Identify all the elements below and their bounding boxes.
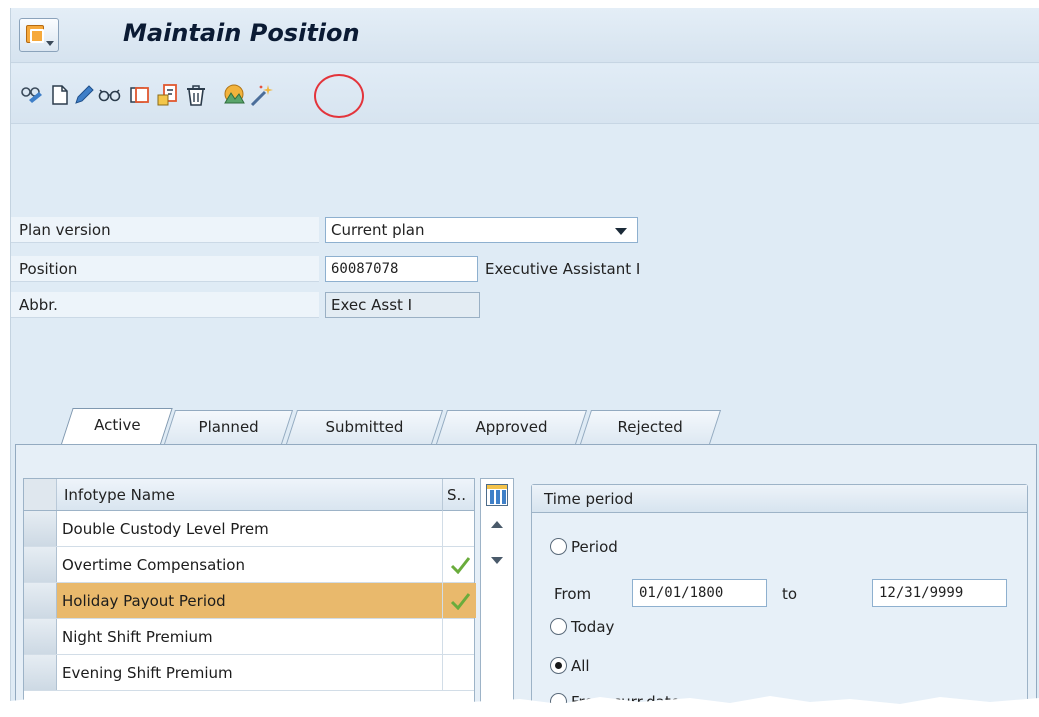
time-period-group: Time period Period From 01/01/1800 to 12… [531,484,1028,717]
tab-rejected[interactable]: Rejected [580,410,722,444]
plan-version-dropdown[interactable]: Current plan [325,217,638,243]
from-date-input[interactable]: 01/01/1800 [632,579,767,607]
table-row[interactable]: Overtime Compensation [24,547,474,583]
plan-version-label: Plan version [11,217,319,243]
radio-today-label: Today [571,618,615,636]
checkmark-icon [450,557,470,574]
abbr-label: Abbr. [11,292,319,318]
page-title: Maintain Position [123,19,360,47]
position-row: Position 60087078 Executive Assistant I [11,256,771,284]
row-selector[interactable] [24,619,57,654]
tabstrip: Active Planned Submitted Approved Reject… [11,406,1039,446]
status-cell [442,511,476,546]
create-icon[interactable] [47,82,73,108]
radio-period-label: Period [571,538,618,556]
tab-approved[interactable]: Approved [436,410,588,444]
radio-today[interactable]: Today [550,615,614,639]
delimit-icon[interactable] [155,82,181,108]
infotype-name: Holiday Payout Period [62,592,226,610]
column-header-infotype-name[interactable]: Infotype Name [64,479,175,511]
abbr-row: Abbr. Exec Asst I [11,292,511,320]
tab-planned[interactable]: Planned [164,410,294,444]
change-icon[interactable] [71,82,97,108]
radio-button[interactable] [550,618,567,635]
table-row[interactable]: Evening Shift Premium [24,655,474,691]
title-bar: Maintain Position [11,8,1039,63]
status-cell [442,655,476,690]
menu-icon [26,25,44,43]
radio-period[interactable]: Period [550,535,618,559]
status-cell [442,619,476,654]
table-row-selected[interactable]: Holiday Payout Period [24,583,476,619]
abbr-field: Exec Asst I [325,292,480,318]
application-toolbar [11,64,1039,124]
infotype-name: Double Custody Level Prem [62,520,269,538]
status-cell [442,547,476,582]
to-label: to [782,585,798,603]
table-row[interactable]: Night Shift Premium [24,619,474,655]
overview-icon[interactable] [221,82,247,108]
highlight-circle [314,74,364,118]
time-period-title: Time period [532,485,1027,513]
scroll-down-icon[interactable] [491,557,503,564]
display-icon[interactable] [97,82,123,108]
from-label: From [554,585,592,603]
app-menu-button[interactable] [19,18,59,52]
infotype-name: Overtime Compensation [62,556,245,574]
position-description: Executive Assistant I [485,260,641,278]
chevron-down-icon [46,41,54,46]
position-input[interactable]: 60087078 [325,256,478,282]
plan-version-row: Plan version Current plan [11,217,671,245]
infotype-table: Infotype Name S.. Double Custody Level P… [23,478,476,717]
table-header: Infotype Name S.. [24,479,474,511]
infotype-name: Evening Shift Premium [62,664,233,682]
row-selector[interactable] [24,547,57,582]
sap-window: Maintain Position Plan version Current p… [10,8,1039,717]
checkmark-icon [450,593,470,610]
delete-icon[interactable] [183,82,209,108]
row-selector[interactable] [24,511,57,546]
tab-active[interactable]: Active [61,408,173,444]
radio-all-label: All [571,657,590,675]
wizard-icon[interactable] [249,82,275,108]
copy-icon[interactable] [127,82,153,108]
to-date-input[interactable]: 12/31/9999 [872,579,1007,607]
tab-submitted[interactable]: Submitted [286,410,444,444]
row-selector[interactable] [24,583,57,618]
chevron-down-icon[interactable] [615,228,627,235]
radio-button[interactable] [550,538,567,555]
column-header-status[interactable]: S.. [442,479,476,511]
plan-version-value: Current plan [331,221,425,239]
status-cell [442,583,476,618]
other-object-icon[interactable] [19,82,45,108]
torn-edge [0,695,1039,717]
column-settings-icon[interactable] [486,484,508,506]
scroll-up-icon[interactable] [491,521,503,528]
row-selector[interactable] [24,655,57,690]
select-all-cell[interactable] [24,479,57,510]
radio-button-selected[interactable] [550,657,567,674]
table-row[interactable]: Double Custody Level Prem [24,511,474,547]
position-label: Position [11,256,319,282]
table-scrollbar[interactable] [480,478,514,717]
infotype-name: Night Shift Premium [62,628,213,646]
radio-all[interactable]: All [550,654,590,678]
